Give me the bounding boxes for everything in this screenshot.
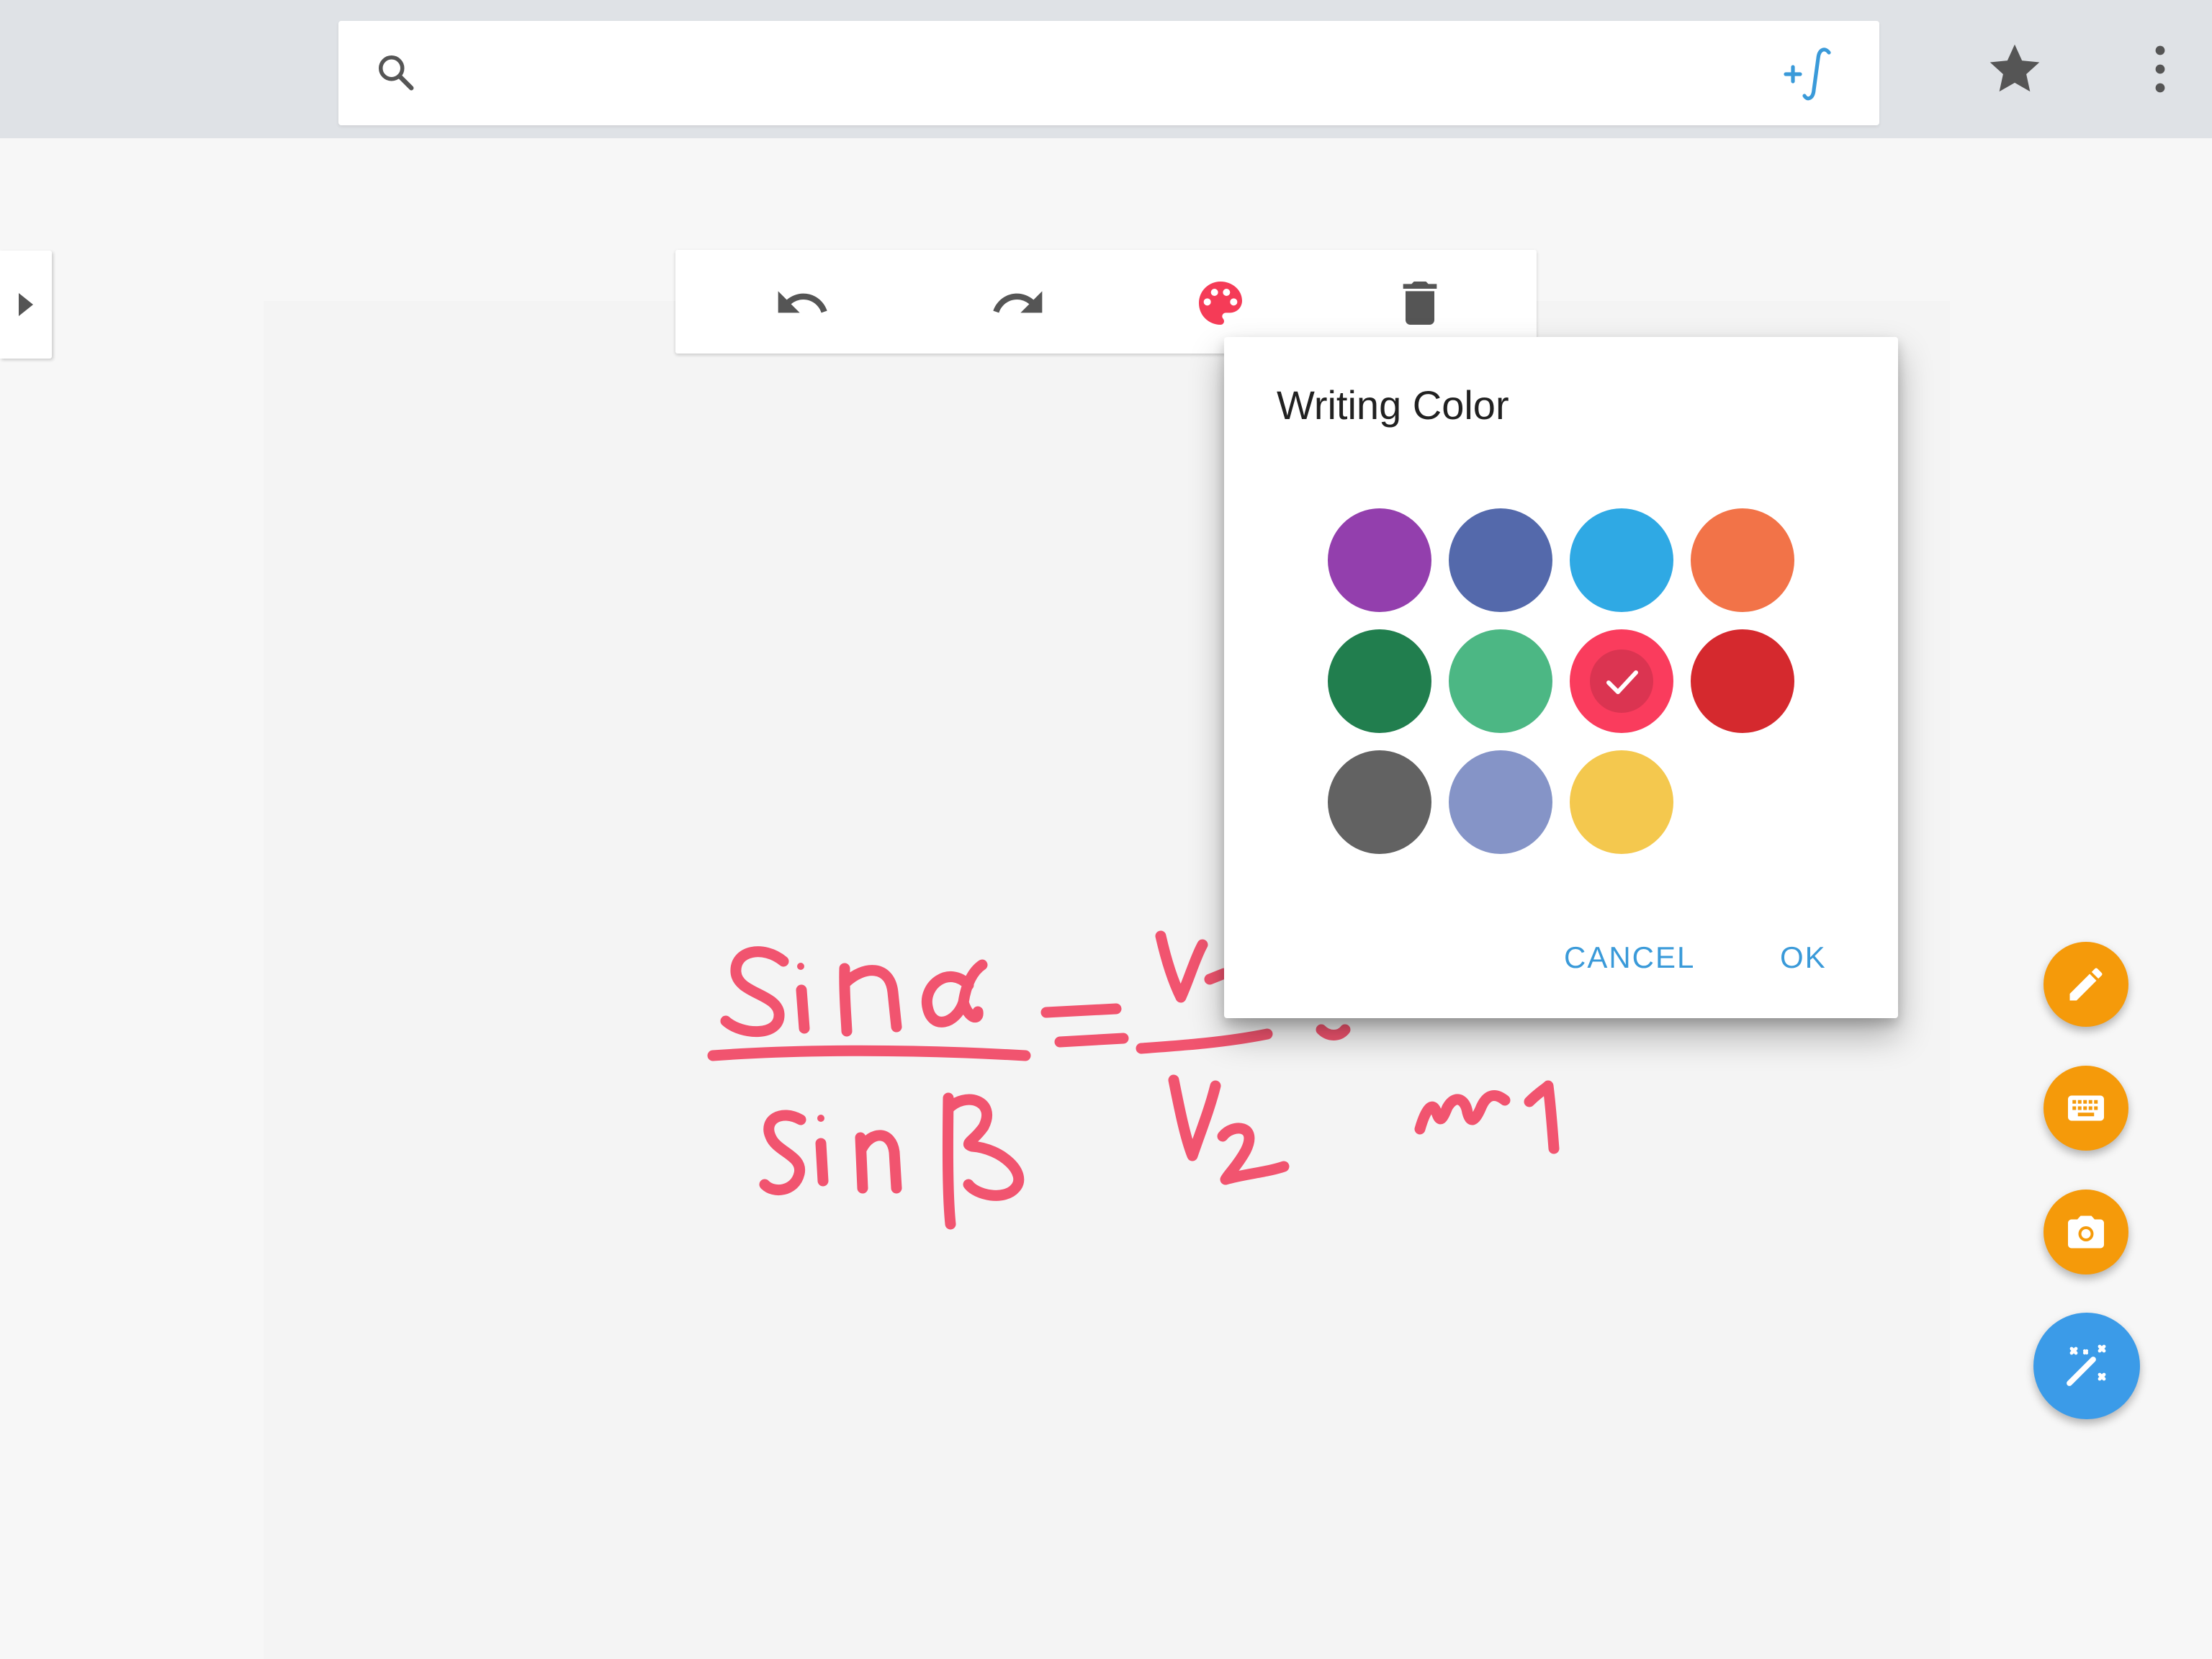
side-panel-toggle[interactable] bbox=[0, 251, 52, 359]
color-swatch-indigo[interactable] bbox=[1449, 508, 1552, 612]
star-icon[interactable] bbox=[1984, 39, 2045, 99]
color-swatch-dark-gray[interactable] bbox=[1328, 750, 1431, 854]
integral-plus-icon[interactable] bbox=[1781, 45, 1842, 103]
more-vert-icon[interactable] bbox=[2146, 42, 2175, 96]
pencil-icon bbox=[2069, 968, 2103, 1001]
palette-icon[interactable] bbox=[1192, 274, 1249, 332]
camera-mode-button[interactable] bbox=[2044, 1190, 2128, 1274]
color-swatch-dark-green[interactable] bbox=[1328, 629, 1431, 733]
color-swatch-orange[interactable] bbox=[1691, 508, 1794, 612]
app-root: Writing Color CANCEL OK bbox=[0, 0, 2212, 1659]
color-swatch-lavender[interactable] bbox=[1449, 750, 1552, 854]
magic-wand-icon bbox=[2067, 1344, 2106, 1386]
dialog-title: Writing Color bbox=[1277, 382, 1509, 428]
ok-button[interactable]: OK bbox=[1780, 940, 1827, 975]
top-bar bbox=[0, 0, 2212, 138]
chevron-right-icon bbox=[19, 293, 33, 316]
pen-mode-button[interactable] bbox=[2044, 942, 2128, 1027]
color-swatch-yellow[interactable] bbox=[1570, 750, 1673, 854]
writing-color-dialog: Writing Color CANCEL OK bbox=[1224, 337, 1898, 1018]
color-swatch-pink-red[interactable] bbox=[1570, 629, 1673, 733]
color-swatch-sky-blue[interactable] bbox=[1570, 508, 1673, 612]
color-swatch-red[interactable] bbox=[1691, 629, 1794, 733]
keyboard-icon bbox=[2068, 1095, 2104, 1121]
search-input[interactable] bbox=[446, 42, 1673, 105]
search-icon[interactable] bbox=[374, 51, 418, 94]
cancel-button[interactable]: CANCEL bbox=[1564, 940, 1695, 975]
redo-icon[interactable] bbox=[989, 274, 1047, 332]
color-swatch-green[interactable] bbox=[1449, 629, 1552, 733]
undo-icon[interactable] bbox=[773, 274, 831, 332]
keyboard-mode-button[interactable] bbox=[2044, 1066, 2128, 1151]
trash-icon[interactable] bbox=[1391, 274, 1449, 332]
magic-convert-button[interactable] bbox=[2033, 1313, 2140, 1419]
check-icon bbox=[1590, 649, 1653, 713]
color-swatch-purple[interactable] bbox=[1328, 508, 1431, 612]
search-bar[interactable] bbox=[338, 21, 1879, 125]
camera-icon bbox=[2068, 1215, 2104, 1249]
